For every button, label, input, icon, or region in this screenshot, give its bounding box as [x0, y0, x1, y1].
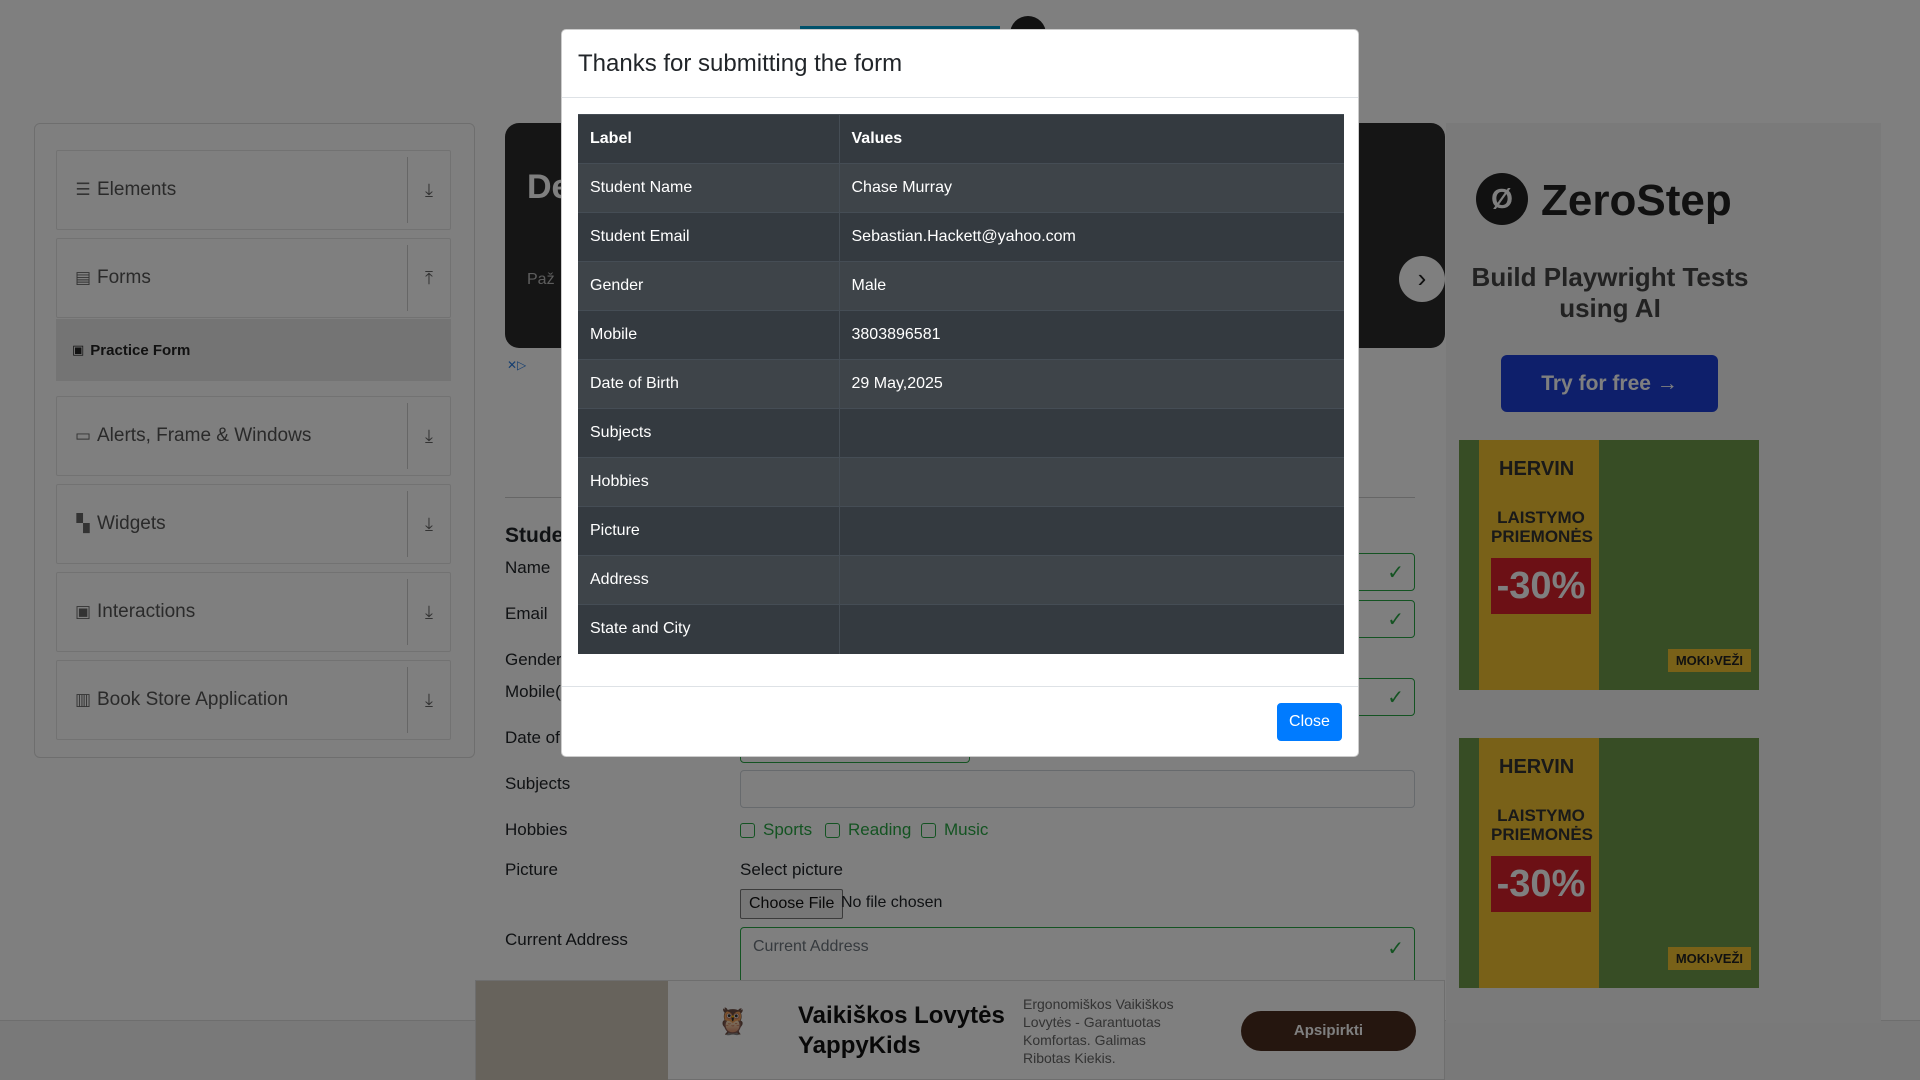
- row-value: Male: [839, 261, 1344, 311]
- row-value: [839, 408, 1344, 458]
- row-value: [839, 555, 1344, 605]
- modal-body: Label Values Student Name Chase Murray St…: [562, 98, 1358, 688]
- column-header-label: Label: [578, 114, 840, 164]
- column-header-values: Values: [839, 114, 1344, 164]
- modal-footer: Close: [562, 686, 1358, 756]
- row-label: Gender: [578, 261, 840, 311]
- row-value: [839, 506, 1344, 556]
- row-label: Hobbies: [578, 457, 840, 507]
- table-row: Hobbies: [578, 457, 1344, 507]
- row-label: Address: [578, 555, 840, 605]
- table-row: Gender Male: [578, 261, 1344, 311]
- table-row: Student Email Sebastian.Hackett@yahoo.com: [578, 212, 1344, 262]
- row-label: State and City: [578, 604, 840, 654]
- row-label: Subjects: [578, 408, 840, 458]
- row-value: Sebastian.Hackett@yahoo.com: [839, 212, 1344, 262]
- modal-header: Thanks for submitting the form: [562, 30, 1358, 98]
- table-row: State and City: [578, 604, 1344, 654]
- close-button[interactable]: Close: [1277, 703, 1342, 741]
- submission-modal: Thanks for submitting the form Label Val…: [561, 29, 1359, 757]
- table-row: Date of Birth 29 May,2025: [578, 359, 1344, 409]
- row-value: [839, 604, 1344, 654]
- row-label: Student Name: [578, 163, 840, 213]
- row-label: Student Email: [578, 212, 840, 262]
- table-row: Student Name Chase Murray: [578, 163, 1344, 213]
- row-value: [839, 457, 1344, 507]
- submission-table: Label Values Student Name Chase Murray St…: [578, 114, 1344, 654]
- modal-title: Thanks for submitting the form: [578, 49, 903, 77]
- table-row: Mobile 3803896581: [578, 310, 1344, 360]
- row-value: Chase Murray: [839, 163, 1344, 213]
- row-label: Picture: [578, 506, 840, 556]
- row-label: Mobile: [578, 310, 840, 360]
- table-row: Subjects: [578, 408, 1344, 458]
- table-header-row: Label Values: [578, 114, 1344, 164]
- row-value: 3803896581: [839, 310, 1344, 360]
- table-row: Picture: [578, 506, 1344, 556]
- row-value: 29 May,2025: [839, 359, 1344, 409]
- table-row: Address: [578, 555, 1344, 605]
- row-label: Date of Birth: [578, 359, 840, 409]
